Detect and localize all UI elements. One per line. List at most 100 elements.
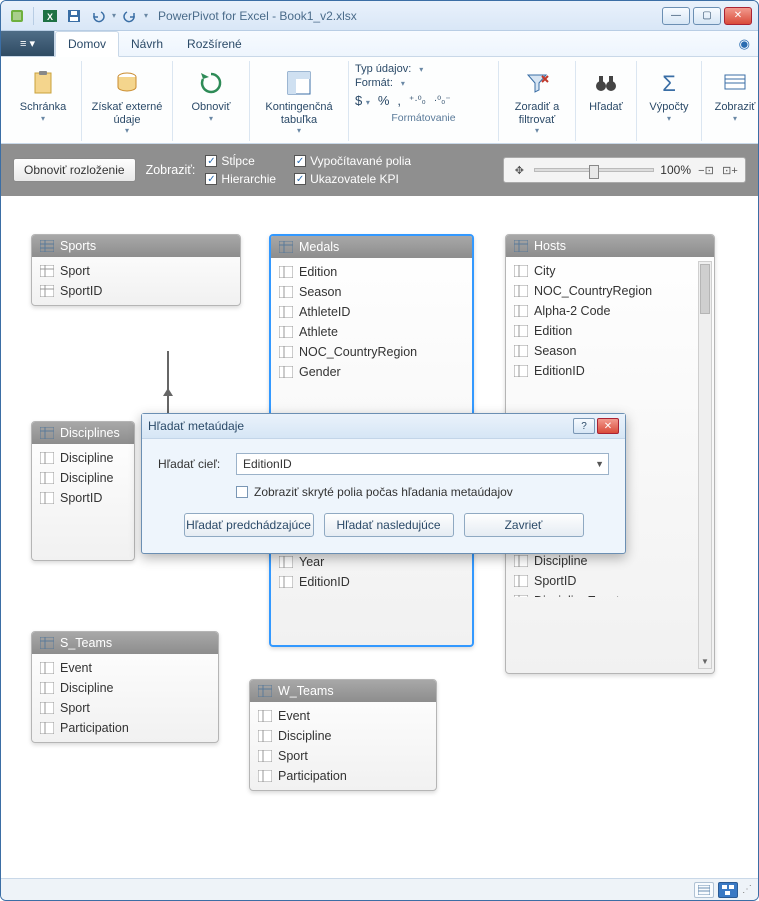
zoom-fit-button[interactable]: ✥	[510, 161, 528, 179]
find-next-button[interactable]: Hľadať nasledujúce	[324, 513, 454, 537]
checkbox-kpis[interactable]: ✓Ukazovatele KPI	[294, 172, 411, 186]
comma-button[interactable]: ,	[397, 93, 401, 108]
minimize-button[interactable]: —	[662, 7, 690, 25]
maximize-button[interactable]: ▢	[693, 7, 721, 25]
table-column[interactable]: Alpha-2 Code	[508, 301, 696, 321]
zoom-in-button[interactable]: ⊡+	[721, 161, 739, 179]
table-column[interactable]: Sport	[252, 746, 434, 766]
diagram-view-button[interactable]	[718, 882, 738, 898]
find-what-label: Hľadať cieľ:	[158, 457, 226, 471]
table-column[interactable]: AthleteID	[273, 302, 470, 322]
table-column[interactable]: Sport	[34, 261, 238, 281]
table-column[interactable]: City	[508, 261, 696, 281]
get-external-data-button[interactable]: Získať externé údaje ▾	[88, 63, 166, 139]
table-column[interactable]: NOC_CountryRegion	[508, 281, 696, 301]
undo-dropdown-icon[interactable]: ▾	[112, 11, 116, 20]
table-column[interactable]: EditionID	[508, 361, 696, 381]
table-card-w-teams[interactable]: W_Teams Event Discipline Sport Participa…	[249, 679, 437, 791]
file-tab[interactable]: ≡ ▾	[1, 31, 55, 56]
ribbon-group-view: Zobraziť ▾	[702, 61, 759, 141]
table-column[interactable]: Year	[273, 552, 470, 572]
tab-advanced[interactable]: Rozšírené	[175, 31, 254, 56]
find-previous-button[interactable]: Hľadať predchádzajúce	[184, 513, 314, 537]
table-header[interactable]: Sports	[32, 235, 240, 257]
table-header[interactable]: Medals	[271, 236, 472, 258]
save-icon[interactable]	[64, 6, 84, 26]
dialog-close-button[interactable]: ✕	[597, 418, 619, 434]
table-column[interactable]: SportID	[34, 488, 132, 508]
data-view-button[interactable]	[694, 882, 714, 898]
refresh-button[interactable]: Obnoviť ▾	[179, 63, 243, 127]
table-column[interactable]: Discipline	[508, 551, 696, 571]
calculations-button[interactable]: Σ Výpočty ▾	[643, 63, 695, 127]
table-column[interactable]: Discipline	[34, 448, 132, 468]
scroll-thumb[interactable]	[700, 264, 710, 314]
dialog-titlebar[interactable]: Hľadať metaúdaje ? ✕	[142, 414, 625, 439]
dialog-help-button[interactable]: ?	[573, 418, 595, 434]
format-dropdown[interactable]: ▾	[401, 79, 405, 88]
scrollbar[interactable]: ▲ ▼	[698, 261, 712, 669]
table-header[interactable]: Disciplines	[32, 422, 134, 444]
checkbox-hierarchies[interactable]: ✓Hierarchie	[205, 172, 276, 186]
column-icon	[514, 325, 528, 337]
diagram-canvas[interactable]: Sports Sport SportID Disciplines Discipl…	[1, 196, 758, 878]
table-column[interactable]: Event	[252, 706, 434, 726]
qat-customize-icon[interactable]: ▾	[144, 11, 148, 20]
table-column[interactable]: Participation	[34, 718, 216, 738]
dropdown-icon[interactable]: ▼	[595, 459, 604, 469]
excel-icon[interactable]: X	[40, 6, 60, 26]
redo-icon[interactable]	[120, 6, 140, 26]
sort-filter-button[interactable]: Zoradiť a filtrovať ▾	[505, 63, 569, 139]
table-column[interactable]: Sport	[34, 698, 216, 718]
resize-grip-icon[interactable]: ⋰	[742, 884, 752, 895]
table-column[interactable]: Athlete	[273, 322, 470, 342]
close-button[interactable]: ✕	[724, 7, 752, 25]
table-column[interactable]: Gender	[273, 362, 470, 382]
checkbox-calculated[interactable]: ✓Vypočítavané polia	[294, 154, 411, 168]
tab-home[interactable]: Domov	[55, 31, 119, 57]
undo-icon[interactable]	[88, 6, 108, 26]
ribbon-group-formatting: Typ údajov: ▾ Formát: ▾ $ ▾ % , ⁺·⁰₀ ·⁰₀…	[349, 61, 499, 141]
powerpivot-icon[interactable]	[7, 6, 27, 26]
tab-design[interactable]: Návrh	[119, 31, 175, 56]
table-column[interactable]: Discipline	[34, 678, 216, 698]
table-column[interactable]: Discipline	[252, 726, 434, 746]
close-dialog-button[interactable]: Zavrieť	[464, 513, 584, 537]
table-card-disciplines[interactable]: Disciplines Discipline Discipline SportI…	[31, 421, 135, 561]
decrease-decimal-button[interactable]: ·⁰₀⁻	[434, 95, 451, 106]
table-column[interactable]: Edition	[273, 262, 470, 282]
table-header[interactable]: Hosts	[506, 235, 714, 257]
table-column[interactable]: Participation	[252, 766, 434, 786]
pivot-table-button[interactable]: Kontingenčná tabuľka ▾	[256, 63, 342, 139]
table-card-s-teams[interactable]: S_Teams Event Discipline Sport Participa…	[31, 631, 219, 743]
table-header[interactable]: S_Teams	[32, 632, 218, 654]
table-card-sports[interactable]: Sports Sport SportID	[31, 234, 241, 306]
table-column[interactable]: Discipline	[34, 468, 132, 488]
find-button[interactable]: Hľadať	[582, 63, 630, 118]
table-column[interactable]: Edition	[508, 321, 696, 341]
table-column[interactable]: SportID	[508, 571, 696, 591]
find-what-input[interactable]: EditionID ▼	[236, 453, 609, 475]
percent-button[interactable]: %	[378, 93, 390, 108]
zoom-slider[interactable]	[534, 168, 654, 172]
datatype-dropdown[interactable]: ▾	[419, 65, 423, 74]
clipboard-button[interactable]: Schránka ▾	[11, 63, 75, 127]
table-header[interactable]: W_Teams	[250, 680, 436, 702]
table-columns: Sport SportID	[32, 257, 240, 305]
table-column[interactable]: DisciplineEvent	[508, 591, 696, 597]
table-column[interactable]: NOC_CountryRegion	[273, 342, 470, 362]
table-column[interactable]: Event	[34, 658, 216, 678]
zoom-out-button[interactable]: −⊡	[697, 161, 715, 179]
table-column[interactable]: Season	[273, 282, 470, 302]
increase-decimal-button[interactable]: ⁺·⁰₀	[409, 95, 426, 106]
currency-button[interactable]: $ ▾	[355, 93, 370, 108]
scroll-down-icon[interactable]: ▼	[699, 654, 711, 668]
refresh-layout-button[interactable]: Obnoviť rozloženie	[13, 158, 136, 182]
show-hidden-checkbox[interactable]	[236, 486, 248, 498]
table-column[interactable]: Season	[508, 341, 696, 361]
checkbox-columns[interactable]: ✓Stĺpce	[205, 154, 276, 168]
view-button[interactable]: Zobraziť ▾	[708, 63, 759, 127]
table-column[interactable]: EditionID	[273, 572, 470, 592]
help-icon[interactable]: ◉	[739, 31, 750, 56]
table-column[interactable]: SportID	[34, 281, 238, 301]
